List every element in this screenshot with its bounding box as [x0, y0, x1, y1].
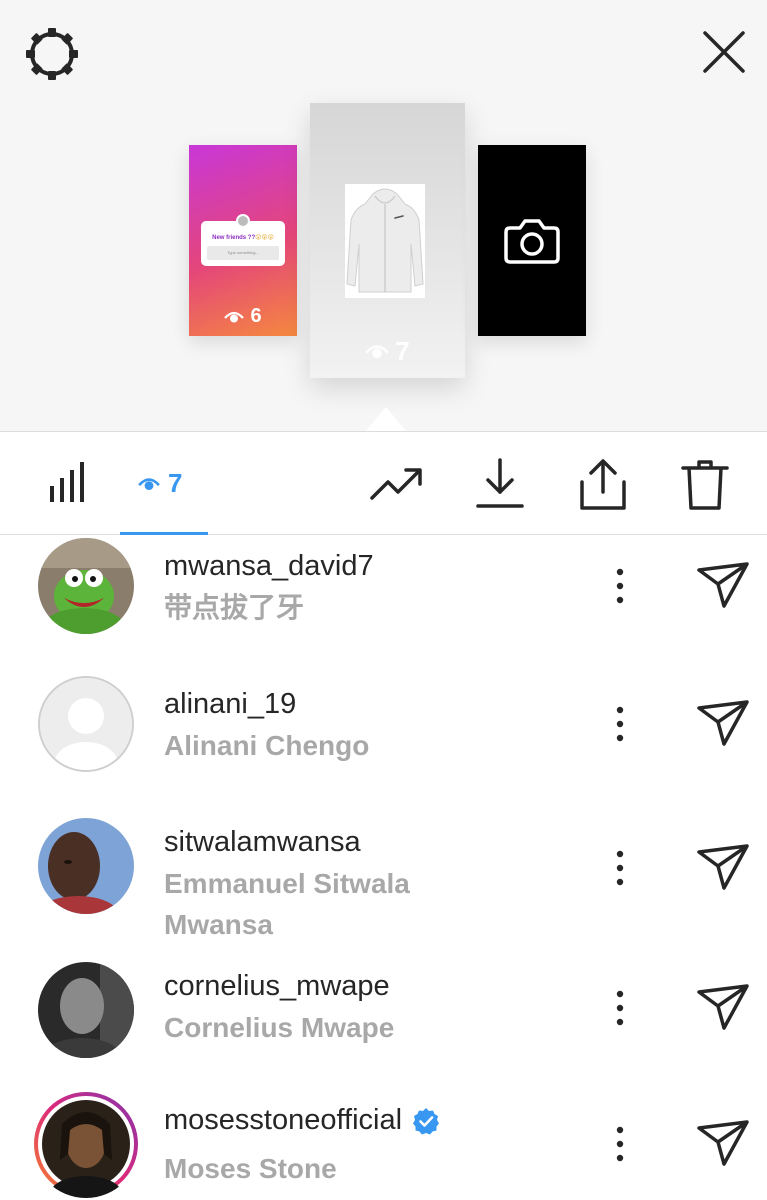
- sticker-avatar: [236, 214, 250, 228]
- viewer-username[interactable]: sitwalamwansa: [164, 826, 361, 859]
- more-vertical-icon: [616, 1126, 624, 1162]
- bar-chart-icon: [50, 462, 84, 502]
- viewer-full-name: 带点拔了牙: [164, 592, 305, 623]
- viewer-username[interactable]: alinani_19: [164, 688, 296, 721]
- more-options-button[interactable]: [604, 700, 636, 748]
- list-item[interactable]: sitwalamwansa Emmanuel Sitwala Mwansa: [0, 812, 767, 956]
- send-message-button[interactable]: [696, 560, 750, 610]
- send-message-button[interactable]: [696, 842, 750, 892]
- story-view-count: 6: [189, 305, 297, 328]
- viewer-full-name: Emmanuel Sitwala Mwansa: [164, 868, 410, 940]
- viewer-username[interactable]: cornelius_mwape: [164, 970, 390, 1003]
- list-item[interactable]: cornelius_mwape Cornelius Mwape: [0, 956, 767, 1090]
- paper-plane-icon: [697, 844, 749, 890]
- more-vertical-icon: [616, 990, 624, 1026]
- selected-pointer: [366, 407, 406, 431]
- eye-icon: [138, 477, 160, 490]
- list-item[interactable]: mwansa_david7 带点拔了牙: [0, 536, 767, 674]
- avatar[interactable]: [38, 676, 134, 772]
- more-options-button[interactable]: [604, 1120, 636, 1168]
- promote-button[interactable]: [368, 458, 426, 512]
- close-button[interactable]: [700, 28, 748, 76]
- avatar-story-ring[interactable]: [32, 1090, 140, 1198]
- avatar[interactable]: [38, 538, 134, 634]
- tab-insights[interactable]: [44, 460, 94, 508]
- send-message-button[interactable]: [696, 1118, 750, 1168]
- more-options-button[interactable]: [604, 562, 636, 610]
- story-thumbnail-question[interactable]: New friends ??😲😲😲 Type something... 6: [189, 145, 297, 336]
- jacket-product-image: [345, 184, 425, 298]
- share-icon: [580, 459, 626, 510]
- list-item[interactable]: mosesstoneofficial Moses Stone: [0, 1090, 767, 1200]
- sticker-title: New friends ??😲😲😲: [212, 235, 274, 241]
- story-tab-bar: 7: [0, 431, 767, 535]
- list-item[interactable]: alinani_19 Alinani Chengo: [0, 674, 767, 812]
- story-preview-area: New friends ??😲😲😲 Type something... 6 7: [0, 0, 767, 431]
- more-vertical-icon: [616, 850, 624, 886]
- camera-icon: [504, 219, 560, 264]
- delete-button[interactable]: [677, 458, 735, 512]
- viewer-full-name: Moses Stone: [164, 1153, 337, 1184]
- paper-plane-icon: [697, 1120, 749, 1166]
- viewer-list[interactable]: mwansa_david7 带点拔了牙 alinani_19 Alinani C…: [0, 536, 767, 1200]
- more-options-button[interactable]: [604, 984, 636, 1032]
- gear-icon: [26, 28, 78, 80]
- story-thumbnail-selected[interactable]: 7: [310, 103, 465, 378]
- eye-icon: [365, 345, 390, 359]
- tab-viewers[interactable]: 7: [120, 432, 208, 535]
- sticker-input: Type something...: [207, 246, 279, 260]
- story-view-count: 7: [310, 336, 465, 367]
- share-button[interactable]: [574, 458, 632, 512]
- tab-active-indicator: [120, 532, 208, 535]
- viewer-username[interactable]: mosesstoneofficial: [164, 1104, 440, 1137]
- paper-plane-icon: [697, 700, 749, 746]
- eye-icon: [224, 311, 245, 322]
- download-icon: [476, 458, 524, 508]
- close-icon: [703, 31, 745, 73]
- settings-button[interactable]: [24, 26, 80, 82]
- trending-up-icon: [370, 468, 422, 500]
- paper-plane-icon: [697, 562, 749, 608]
- verified-badge-icon: [413, 1107, 440, 1134]
- send-message-button[interactable]: [696, 698, 750, 748]
- viewer-full-name: Cornelius Mwape: [164, 1012, 395, 1043]
- download-button[interactable]: [472, 458, 530, 512]
- add-story-camera[interactable]: [478, 145, 586, 336]
- more-options-button[interactable]: [604, 844, 636, 892]
- avatar[interactable]: [38, 818, 134, 914]
- viewers-count: 7: [168, 468, 183, 498]
- more-vertical-icon: [616, 568, 624, 604]
- send-message-button[interactable]: [696, 982, 750, 1032]
- viewer-username[interactable]: mwansa_david7: [164, 550, 374, 583]
- trash-icon: [681, 460, 729, 510]
- avatar[interactable]: [38, 962, 134, 1058]
- paper-plane-icon: [697, 984, 749, 1030]
- viewer-full-name: Alinani Chengo: [164, 730, 370, 761]
- more-vertical-icon: [616, 706, 624, 742]
